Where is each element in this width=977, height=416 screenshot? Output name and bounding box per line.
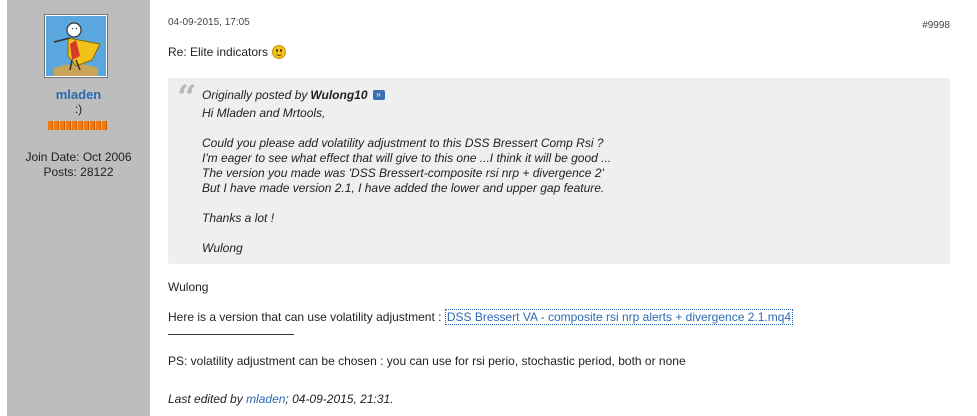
post-title: Re: Elite indicators [168,45,287,59]
reputation-pip [96,121,101,130]
reputation-pip [60,121,65,130]
reputation-pip [90,121,95,130]
edited-suffix: ; 04-09-2015, 21:31. [285,392,394,406]
quote-header: Originally posted by Wulong10 » [202,88,385,102]
post-date: 04-09-2015, 17:05 [168,17,250,28]
post-count: Posts: 28122 [43,165,114,179]
quote-line: But I have made version 2.1, I have adde… [202,181,605,195]
quote-line: I'm eager to see what effect that will g… [202,151,612,165]
cartoon-figure-icon [46,16,106,76]
message-greeting: Wulong [168,280,209,294]
post-number-link[interactable]: #9998 [922,20,950,31]
quote-author: Wulong10 [310,88,368,102]
reputation-pip [48,121,53,130]
reputation-pip [78,121,83,130]
user-sidebar: mladen :) Join Date: Oct 2006 Posts: 281… [7,0,157,416]
quote-block: “ Originally posted by Wulong10 » Hi Mla… [168,78,950,264]
signature-divider [168,334,294,335]
reputation-pip [54,121,59,130]
quote-line: Thanks a lot ! [202,211,275,225]
post-title-text: Re: Elite indicators [168,45,269,59]
reputation-pip [72,121,77,130]
quote-line: Could you please add volatility adjustme… [202,136,604,150]
quote-body: Hi Mladen and Mrtools, Could you please … [202,106,611,256]
quote-line: The version you made was 'DSS Bressert-c… [202,166,604,180]
sidebar-pointer [150,34,157,46]
quote-line: Wulong [202,241,243,255]
reputation-pip [84,121,89,130]
avatar[interactable] [44,14,108,78]
editor-link[interactable]: mladen [246,392,285,406]
join-date: Join Date: Oct 2006 [25,150,132,164]
attachment-link[interactable]: DSS Bressert VA - composite rsi nrp aler… [444,309,794,325]
reputation-pip [102,121,107,130]
username-link[interactable]: mladen [7,87,150,102]
quote-prefix: Originally posted by [202,88,308,102]
view-post-icon[interactable]: » [372,90,385,100]
edited-prefix: Last edited by [168,392,247,406]
user-title: :) [74,102,83,116]
user-stats: Join Date: Oct 2006 Posts: 28122 [7,150,150,180]
reputation-pip [66,121,71,130]
smiley-icon [272,45,287,59]
reputation-bar [48,121,107,130]
last-edited-note: Last edited by mladen; 04-09-2015, 21:31… [168,392,394,406]
message-version-text: Here is a version that can use volatilit… [168,310,442,324]
quote-mark-icon: “ [177,78,197,118]
message-version-line: Here is a version that can use volatilit… [168,309,794,325]
quote-line: Hi Mladen and Mrtools, [202,106,326,120]
message-ps: PS: volatility adjustment can be chosen … [168,354,686,368]
